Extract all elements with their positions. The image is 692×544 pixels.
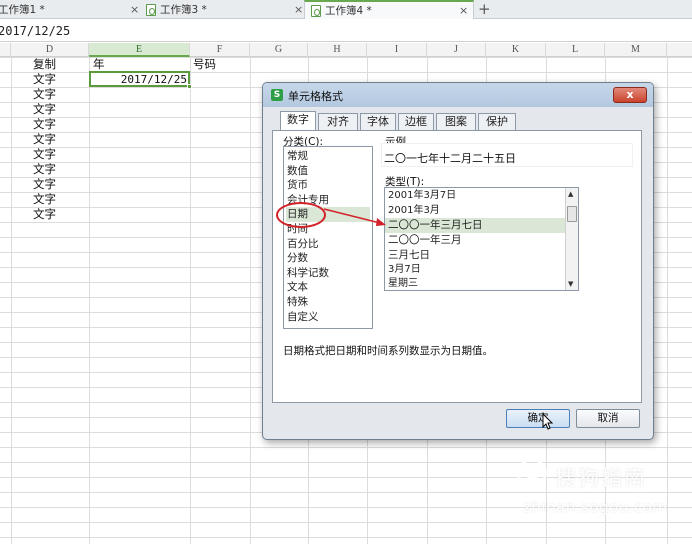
cell-f1[interactable]: 号码 [193,57,216,72]
formula-value: 2017/12/25 [0,24,71,38]
tab-workbook4[interactable]: 工作簿4 * × [304,0,474,19]
dialog-title: 单元格格式 [288,90,343,103]
tab-pattern[interactable]: 图案 [436,113,476,130]
spreadsheet-window: 工作簿1 * × 工作簿3 * × 工作簿4 * × + 2017/12/25 … [0,0,692,544]
cell-d2[interactable]: 文字 [33,72,56,87]
add-tab-icon[interactable]: + [478,0,491,19]
category-item[interactable]: 文本 [286,280,370,295]
cancel-button[interactable]: 取消 [576,409,640,428]
column-header-f[interactable]: F [190,43,250,57]
tab-workbook1[interactable]: 工作簿1 * × [0,0,150,19]
cell-d7[interactable]: 文字 [33,147,56,162]
type-list-scrollbar[interactable]: ▲ ▼ [565,188,578,290]
sogou-logo-icon [517,458,547,488]
dialog-tabs: 数字 对齐 字体 边框 图案 保护 [272,111,642,130]
column-header-l[interactable]: L [546,43,605,57]
cell-d9[interactable]: 文字 [33,177,56,192]
cell-d1[interactable]: 复制 [33,57,56,72]
category-item[interactable]: 科学记数 [286,266,370,281]
scroll-down-icon[interactable]: ▼ [568,280,573,288]
format-description: 日期格式把日期和时间系列数显示为日期值。 [283,345,493,357]
tab-workbook3[interactable]: 工作簿3 * × [146,0,304,19]
column-header-d[interactable]: D [11,43,89,57]
tab-font[interactable]: 字体 [360,113,396,130]
tab-close-icon[interactable]: × [459,4,468,17]
tab-label: 工作簿1 * [0,4,45,16]
type-list[interactable]: 2001年3月7日 2001年3月 二〇〇一年三月七日 二〇〇一年三月 三月七日… [384,187,579,291]
dialog-title-bar[interactable]: S 单元格格式 x [263,83,653,107]
type-item[interactable]: 星期三 [385,277,565,290]
cell-d10[interactable]: 文字 [33,192,56,207]
tab-label: 工作簿4 * [325,5,372,17]
grid-line [89,57,90,544]
spreadsheet-doc-icon [311,4,321,17]
scroll-up-icon[interactable]: ▲ [568,190,573,198]
cell-e1[interactable]: 年 [93,57,105,72]
document-tab-bar: 工作簿1 * × 工作簿3 * × 工作簿4 * × + [0,0,692,19]
category-item[interactable]: 数值 [286,164,370,179]
wps-app-icon: S [271,89,283,101]
tab-label: 工作簿3 * [160,4,207,16]
column-header-m[interactable]: M [605,43,667,57]
cell-d8[interactable]: 文字 [33,162,56,177]
format-cells-dialog: S 单元格格式 x 数字 对齐 字体 边框 图案 保护 分类(C): 常规 数值… [262,82,654,440]
dialog-close-button[interactable]: x [613,87,647,103]
sample-value: 二〇一七年十二月二十五日 [384,152,516,165]
spreadsheet-doc-icon [146,3,156,16]
column-header-c[interactable]: C [0,43,11,57]
watermark-brand: 搜狗指南 [555,466,647,490]
grid-line [250,57,251,544]
grid-line [190,57,191,544]
category-item[interactable]: 百分比 [286,237,370,252]
cell-d5[interactable]: 文字 [33,117,56,132]
scroll-thumb[interactable] [567,206,577,222]
grid-line [11,57,12,544]
type-item[interactable]: 3月7日 [385,263,565,278]
tab-close-icon[interactable]: × [130,3,139,16]
category-item[interactable]: 分数 [286,251,370,266]
red-circle-annotation [276,202,326,228]
red-arrow-annotation [323,208,386,226]
tab-alignment[interactable]: 对齐 [318,113,358,130]
cell-d4[interactable]: 文字 [33,102,56,117]
sogou-watermark: 搜狗指南 zhinan.sogou.com [513,456,683,526]
cell-d3[interactable]: 文字 [33,87,56,102]
mouse-pointer-icon [542,413,554,430]
watermark-url: zhinan.sogou.com [523,498,668,516]
column-header-row: C D E F G H I J K L M [0,43,692,57]
type-item-selected[interactable]: 二〇〇一年三月七日 [385,218,565,234]
column-header-e[interactable]: E [89,43,190,57]
category-item[interactable]: 自定义 [286,310,370,325]
type-item[interactable]: 2001年3月7日 [385,189,565,204]
cell-d11[interactable]: 文字 [33,207,56,222]
category-list[interactable]: 常规 数值 货币 会计专用 日期 时间 百分比 分数 科学记数 文本 特殊 自定… [283,146,373,329]
active-cell-border [89,71,192,89]
column-header-h[interactable]: H [308,43,367,57]
column-header-j[interactable]: J [427,43,486,57]
tab-close-icon[interactable]: × [294,3,303,16]
sample-box: 二〇一七年十二月二十五日 [381,143,633,167]
category-item[interactable]: 常规 [286,149,370,164]
column-header-g[interactable]: G [250,43,308,57]
tab-border[interactable]: 边框 [398,113,434,130]
column-header-i[interactable]: I [367,43,427,57]
column-header-k[interactable]: K [486,43,546,57]
formula-bar[interactable]: 2017/12/25 [0,20,692,42]
category-item[interactable]: 货币 [286,178,370,193]
ok-button[interactable]: 确定 [506,409,570,428]
category-item[interactable]: 特殊 [286,295,370,310]
fill-handle[interactable] [187,84,192,89]
type-item[interactable]: 三月七日 [385,248,565,263]
tab-protection[interactable]: 保护 [478,113,516,130]
type-item[interactable]: 2001年3月 [385,204,565,219]
cell-d6[interactable]: 文字 [33,132,56,147]
type-item[interactable]: 二〇〇一年三月 [385,233,565,248]
tab-number[interactable]: 数字 [280,111,316,130]
